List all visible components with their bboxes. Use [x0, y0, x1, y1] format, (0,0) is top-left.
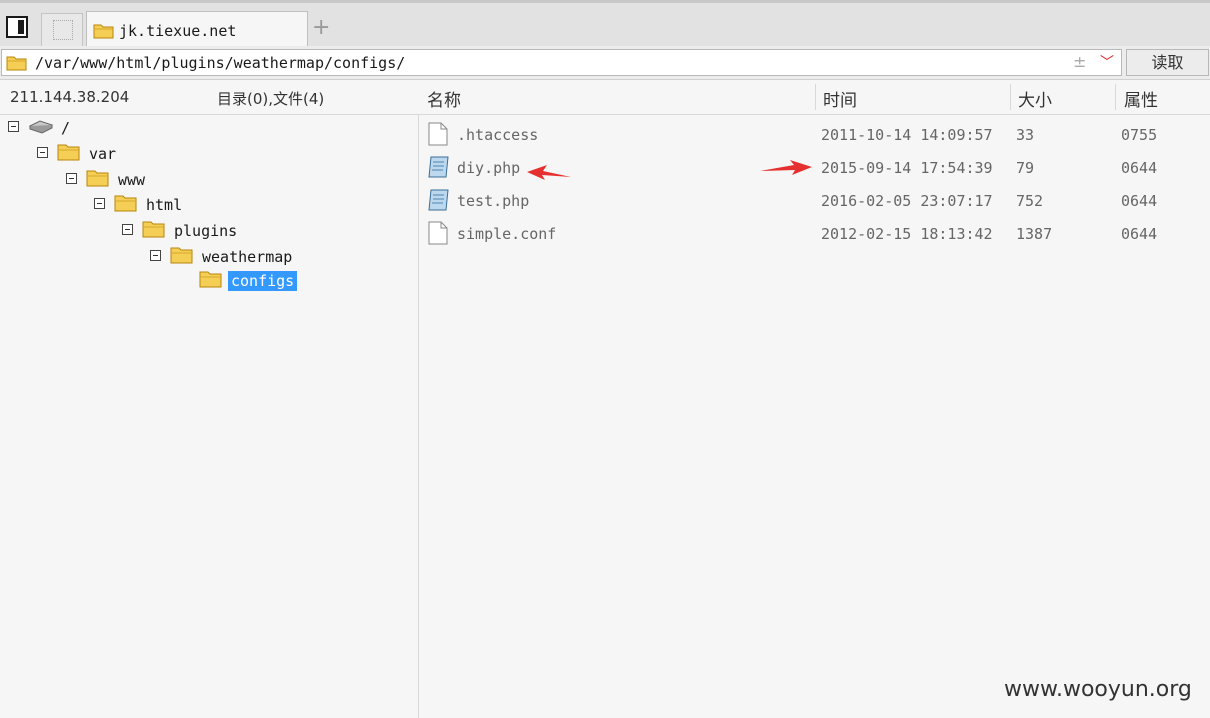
- file-icon: [428, 221, 448, 245]
- tree-label: weathermap: [202, 248, 293, 266]
- tree-label: www: [118, 171, 146, 189]
- file-attr: 0755: [1121, 126, 1158, 144]
- file-time: 2015-09-14 17:54:39: [821, 159, 993, 177]
- file-time: 2011-10-14 14:09:57: [821, 126, 993, 144]
- tree-label: var: [89, 145, 117, 163]
- collapse-icon[interactable]: [94, 198, 105, 209]
- folder-icon: [86, 170, 109, 187]
- file-time: 2012-02-15 18:13:42: [821, 225, 993, 243]
- file-name: .htaccess: [457, 126, 539, 144]
- file-size: 1387: [1016, 225, 1053, 243]
- column-separator[interactable]: [815, 84, 816, 110]
- column-attr[interactable]: 属性: [1124, 86, 1158, 111]
- folder-icon: [170, 247, 193, 264]
- tab-title: jk.tiexue.net: [119, 22, 237, 40]
- folder-icon: [93, 24, 114, 39]
- list-header: 211.144.38.204 目录(0),文件(4) 名称 时间 大小 属性: [0, 80, 1210, 115]
- collapse-icon[interactable]: [37, 147, 48, 158]
- php-file-icon: [428, 189, 449, 211]
- file-row[interactable]: test.php 2016-02-05 23:07:17 752 0644: [420, 185, 1210, 215]
- tab-jk-tiexue[interactable]: jk.tiexue.net: [86, 11, 308, 49]
- file-attr: 0644: [1121, 225, 1158, 243]
- annotation-arrow-right-icon: [760, 160, 812, 175]
- tree-label: html: [146, 196, 183, 214]
- path-text: /var/www/html/plugins/weathermap/configs…: [35, 54, 406, 72]
- plus-minus-icon[interactable]: ±: [1073, 52, 1086, 71]
- folder-icon: [142, 221, 165, 238]
- blank-tab[interactable]: [41, 13, 83, 47]
- collapse-icon[interactable]: [122, 224, 133, 235]
- file-row[interactable]: .htaccess 2011-10-14 14:09:57 33 0755: [420, 119, 1210, 149]
- file-name: simple.conf: [457, 225, 557, 243]
- folder-icon: [114, 195, 137, 212]
- file-name: test.php: [457, 192, 530, 210]
- read-button[interactable]: 读取: [1126, 49, 1209, 76]
- file-name: diy.php: [457, 159, 521, 177]
- chevron-down-icon[interactable]: ﹀: [1100, 52, 1114, 72]
- collapse-icon[interactable]: [150, 250, 161, 261]
- file-attr: 0644: [1121, 192, 1158, 210]
- file-row[interactable]: simple.conf 2012-02-15 18:13:42 1387 064…: [420, 218, 1210, 248]
- add-tab-button[interactable]: +: [312, 17, 330, 39]
- path-input[interactable]: /var/www/html/plugins/weathermap/configs…: [1, 49, 1122, 76]
- file-icon: [428, 122, 448, 146]
- file-size: 33: [1016, 126, 1035, 144]
- column-separator[interactable]: [1010, 84, 1011, 110]
- tab-bar: jk.tiexue.net +: [0, 0, 1210, 49]
- sidebar-toggle-icon[interactable]: [6, 16, 28, 38]
- folder-icon: [57, 144, 80, 161]
- file-size: 79: [1016, 159, 1035, 177]
- column-size[interactable]: 大小: [1018, 86, 1052, 111]
- pane-divider[interactable]: [418, 115, 419, 718]
- collapse-icon[interactable]: [66, 173, 77, 184]
- watermark: www.wooyun.org: [1004, 677, 1192, 702]
- tree-label: configs: [228, 271, 298, 291]
- item-counts: 目录(0),文件(4): [217, 90, 325, 108]
- file-attr: 0644: [1121, 159, 1158, 177]
- php-file-icon: [428, 156, 449, 178]
- tree-label: /: [61, 119, 71, 137]
- column-time[interactable]: 时间: [823, 86, 857, 111]
- address-bar: /var/www/html/plugins/weathermap/configs…: [0, 46, 1210, 80]
- drive-icon: [28, 120, 54, 134]
- folder-icon: [6, 56, 27, 71]
- column-separator[interactable]: [1115, 84, 1116, 110]
- file-time: 2016-02-05 23:07:17: [821, 192, 993, 210]
- annotation-arrow-left-icon: [527, 165, 571, 180]
- tree-label: plugins: [174, 222, 238, 240]
- folder-icon: [199, 271, 222, 288]
- collapse-icon[interactable]: [8, 121, 19, 132]
- server-ip: 211.144.38.204: [10, 88, 130, 106]
- column-name[interactable]: 名称: [427, 86, 461, 111]
- file-size: 752: [1016, 192, 1044, 210]
